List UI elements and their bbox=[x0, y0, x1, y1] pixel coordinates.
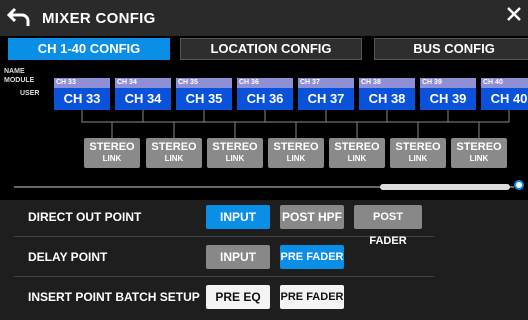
delay-pre-fader-button[interactable]: PRE FADER bbox=[280, 245, 344, 269]
insert-pre-fader-button[interactable]: PRE FADER bbox=[280, 285, 344, 309]
stereo-link-button-33-34[interactable]: STEREO LINK bbox=[84, 138, 140, 168]
module-name: CH 40 bbox=[481, 78, 528, 88]
direct-out-point-row: DIRECT OUT POINT INPUT POST HPF POST FAD… bbox=[14, 200, 434, 247]
tab-bar: CH 1-40 CONFIG LOCATION CONFIG BUS CONFI… bbox=[0, 36, 528, 60]
stereo-link-button-38-39[interactable]: STEREO LINK bbox=[390, 138, 446, 168]
title-bar: MIXER CONFIG bbox=[0, 0, 528, 36]
delay-point-row: DELAY POINT INPUT PRE FADER bbox=[14, 240, 434, 277]
insert-pre-eq-button[interactable]: PRE EQ bbox=[206, 285, 270, 309]
module-name: CH 35 bbox=[176, 78, 232, 88]
stereo-link-connectors bbox=[81, 110, 510, 138]
direct-out-point-label: DIRECT OUT POINT bbox=[28, 210, 142, 224]
user-name[interactable]: CH 35 bbox=[176, 88, 232, 110]
channel-ch-35[interactable]: CH 35 CH 35 bbox=[176, 78, 232, 110]
back-arrow-icon[interactable] bbox=[6, 4, 34, 32]
tab-ch-1-40-config[interactable]: CH 1-40 CONFIG bbox=[8, 38, 170, 60]
module-name: CH 39 bbox=[420, 78, 476, 88]
stereo-link-button-36-37[interactable]: STEREO LINK bbox=[268, 138, 324, 168]
insert-point-label: INSERT POINT BATCH SETUP bbox=[28, 290, 200, 304]
delay-input-button[interactable]: INPUT bbox=[206, 245, 270, 269]
insert-point-row: INSERT POINT BATCH SETUP PRE EQ PRE FADE… bbox=[14, 280, 434, 316]
close-icon[interactable] bbox=[502, 2, 526, 26]
direct-out-post-fader-button[interactable]: POST FADER bbox=[354, 205, 422, 247]
stereo-link-button-35-36[interactable]: STEREO LINK bbox=[207, 138, 263, 168]
user-row-label: USER bbox=[20, 90, 40, 97]
horizontal-scrollbar[interactable] bbox=[14, 180, 528, 190]
channel-ch-40[interactable]: CH 40 CH 40 bbox=[481, 78, 528, 110]
stereo-link-button-34-35[interactable]: STEREO LINK bbox=[146, 138, 202, 168]
tab-location-config[interactable]: LOCATION CONFIG bbox=[180, 38, 362, 60]
stereo-link-button-39-40[interactable]: STEREO LINK bbox=[451, 138, 507, 168]
channel-ch-36[interactable]: CH 36 CH 36 bbox=[237, 78, 293, 110]
channel-ch-38[interactable]: CH 38 CH 38 bbox=[359, 78, 415, 110]
user-name[interactable]: CH 34 bbox=[115, 88, 171, 110]
scroll-thumb[interactable] bbox=[380, 184, 510, 190]
tab-bus-config[interactable]: BUS CONFIG bbox=[374, 38, 528, 60]
module-name: CH 38 bbox=[359, 78, 415, 88]
channel-ch-34[interactable]: CH 34 CH 34 bbox=[115, 78, 171, 110]
page-title: MIXER CONFIG bbox=[42, 10, 156, 27]
user-name[interactable]: CH 36 bbox=[237, 88, 293, 110]
direct-out-post-hpf-button[interactable]: POST HPF bbox=[280, 205, 344, 229]
settings-panel: DIRECT OUT POINT INPUT POST HPF POST FAD… bbox=[0, 200, 528, 320]
name-row-label: NAME bbox=[4, 68, 25, 75]
channel-ch-33[interactable]: CH 33 CH 33 bbox=[54, 78, 110, 110]
direct-out-input-button[interactable]: INPUT bbox=[206, 205, 270, 229]
scroll-knob[interactable] bbox=[514, 180, 524, 190]
module-name: CH 33 bbox=[54, 78, 110, 88]
user-name[interactable]: CH 33 bbox=[54, 88, 110, 110]
channel-ch-37[interactable]: CH 37 CH 37 bbox=[298, 78, 354, 110]
delay-point-label: DELAY POINT bbox=[28, 250, 108, 264]
stereo-link-button-37-38[interactable]: STEREO LINK bbox=[329, 138, 385, 168]
user-name[interactable]: CH 39 bbox=[420, 88, 476, 110]
module-name: CH 34 bbox=[115, 78, 171, 88]
user-name[interactable]: CH 38 bbox=[359, 88, 415, 110]
user-name[interactable]: CH 37 bbox=[298, 88, 354, 110]
module-row-label: MODULE bbox=[4, 77, 35, 84]
user-name[interactable]: CH 40 bbox=[481, 88, 528, 110]
channel-ch-39[interactable]: CH 39 CH 39 bbox=[420, 78, 476, 110]
module-name: CH 37 bbox=[298, 78, 354, 88]
module-name: CH 36 bbox=[237, 78, 293, 88]
